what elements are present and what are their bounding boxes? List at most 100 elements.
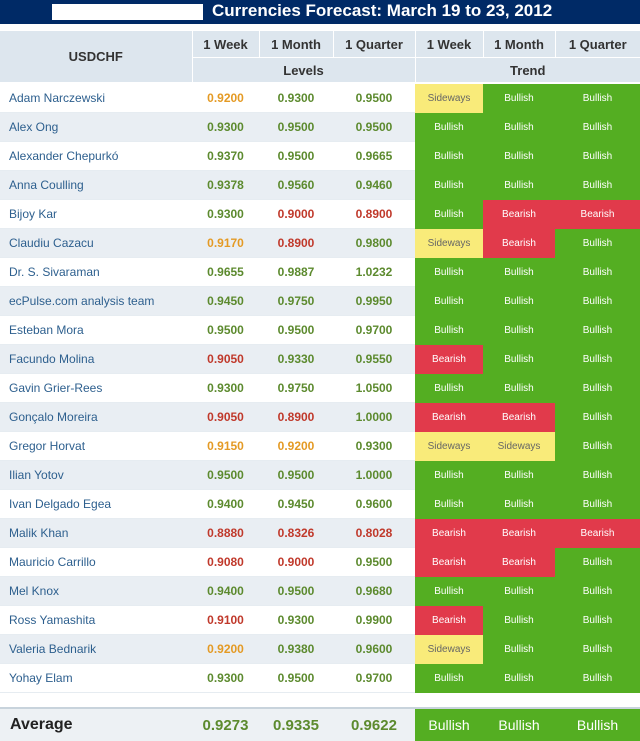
- level-1-quarter: 0.9460: [333, 171, 415, 200]
- trend-1-quarter: Bullish: [555, 229, 640, 258]
- level-1-quarter: 1.0000: [333, 461, 415, 490]
- trend-1-quarter: Bullish: [555, 171, 640, 200]
- analyst-name: Bijoy Kar: [0, 200, 192, 229]
- table-row: Ivan Delgado Egea0.94000.94500.9600Bulli…: [0, 490, 640, 519]
- analyst-name: ecPulse.com analysis team: [0, 287, 192, 316]
- trend-1-week: Bullish: [415, 316, 483, 345]
- header-levels-1-month: 1 Month: [259, 31, 333, 58]
- trend-1-week: Bullish: [415, 374, 483, 403]
- analyst-name: Dr. S. Sivaraman: [0, 258, 192, 287]
- level-1-week: 0.9655: [192, 258, 259, 287]
- forecast-table: USDCHF 1 Week 1 Month 1 Quarter 1 Week 1…: [0, 31, 640, 741]
- level-1-month: 0.8900: [259, 229, 333, 258]
- trend-1-quarter: Bullish: [555, 548, 640, 577]
- table-row: Gavin Grier-Rees0.93000.97501.0500Bullis…: [0, 374, 640, 403]
- table-row: Claudiu Cazacu0.91700.89000.9800Sideways…: [0, 229, 640, 258]
- table-row: Esteban Mora0.95000.95000.9700BullishBul…: [0, 316, 640, 345]
- level-1-week: 0.9100: [192, 606, 259, 635]
- level-1-week: 0.9300: [192, 113, 259, 142]
- level-1-week: 0.9150: [192, 432, 259, 461]
- trend-1-week: Bearish: [415, 548, 483, 577]
- trend-1-week: Bullish: [415, 287, 483, 316]
- level-1-quarter: 1.0500: [333, 374, 415, 403]
- currency-pair-label: USDCHF: [0, 31, 192, 82]
- trend-1-quarter: Bullish: [555, 258, 640, 287]
- table-row: Valeria Bednarik0.92000.93800.9600Sidewa…: [0, 635, 640, 664]
- trend-1-month: Bearish: [483, 403, 555, 432]
- trend-1-quarter: Bullish: [555, 606, 640, 635]
- level-1-month: 0.9330: [259, 345, 333, 374]
- trend-1-quarter: Bullish: [555, 113, 640, 142]
- trend-1-month: Bullish: [483, 490, 555, 519]
- trend-1-month: Bearish: [483, 548, 555, 577]
- analyst-name: Valeria Bednarik: [0, 635, 192, 664]
- analyst-name: Ivan Delgado Egea: [0, 490, 192, 519]
- average-label: Average: [0, 708, 192, 741]
- level-1-quarter: 0.9665: [333, 142, 415, 171]
- trend-1-week: Bearish: [415, 606, 483, 635]
- table-header: USDCHF 1 Week 1 Month 1 Quarter 1 Week 1…: [0, 31, 640, 84]
- header-trend-1-week: 1 Week: [415, 31, 483, 58]
- level-1-month: 0.9500: [259, 113, 333, 142]
- analyst-name: Yohay Elam: [0, 664, 192, 693]
- level-1-week: 0.9450: [192, 287, 259, 316]
- trend-1-week: Bullish: [415, 171, 483, 200]
- analyst-name: Ilian Yotov: [0, 461, 192, 490]
- average-trend-1-quarter: Bullish: [555, 708, 640, 741]
- trend-1-quarter: Bullish: [555, 403, 640, 432]
- level-1-week: 0.9300: [192, 374, 259, 403]
- table-row: Alex Ong0.93000.95000.9500BullishBullish…: [0, 113, 640, 142]
- table-body: Adam Narczewski0.92000.93000.9500Sideway…: [0, 84, 640, 693]
- header-trend-group: Trend: [415, 58, 640, 83]
- trend-1-quarter: Bullish: [555, 316, 640, 345]
- level-1-month: 0.9750: [259, 287, 333, 316]
- trend-1-month: Bearish: [483, 519, 555, 548]
- level-1-month: 0.9560: [259, 171, 333, 200]
- level-1-quarter: 0.9900: [333, 606, 415, 635]
- level-1-quarter: 0.9500: [333, 84, 415, 113]
- analyst-name: Mel Knox: [0, 577, 192, 606]
- trend-1-month: Bullish: [483, 345, 555, 374]
- trend-1-quarter: Bullish: [555, 374, 640, 403]
- trend-1-month: Bullish: [483, 461, 555, 490]
- average-level-1-quarter: 0.9622: [333, 708, 415, 741]
- level-1-quarter: 0.9600: [333, 490, 415, 519]
- trend-1-week: Bearish: [415, 519, 483, 548]
- analyst-name: Gregor Horvat: [0, 432, 192, 461]
- level-1-month: 0.9500: [259, 461, 333, 490]
- trend-1-month: Bullish: [483, 316, 555, 345]
- table-row: Dr. S. Sivaraman0.96550.98871.0232Bullis…: [0, 258, 640, 287]
- table-row: Yohay Elam0.93000.95000.9700BullishBulli…: [0, 664, 640, 693]
- trend-1-week: Bullish: [415, 490, 483, 519]
- level-1-quarter: 0.9700: [333, 316, 415, 345]
- table-row: Anna Coulling0.93780.95600.9460BullishBu…: [0, 171, 640, 200]
- level-1-quarter: 0.9700: [333, 664, 415, 693]
- level-1-week: 0.9080: [192, 548, 259, 577]
- analyst-name: Claudiu Cazacu: [0, 229, 192, 258]
- analyst-name: Facundo Molina: [0, 345, 192, 374]
- level-1-quarter: 1.0000: [333, 403, 415, 432]
- level-1-month: 0.9000: [259, 200, 333, 229]
- trend-1-quarter: Bullish: [555, 84, 640, 113]
- level-1-month: 0.9887: [259, 258, 333, 287]
- table-row: Alexander Chepurkó0.93700.95000.9665Bull…: [0, 142, 640, 171]
- level-1-week: 0.9300: [192, 664, 259, 693]
- table-row: Malik Khan0.88800.83260.8028BearishBeari…: [0, 519, 640, 548]
- average-trend-1-month: Bullish: [483, 708, 555, 741]
- level-1-month: 0.8900: [259, 403, 333, 432]
- trend-1-week: Sideways: [415, 635, 483, 664]
- table-row: ecPulse.com analysis team0.94500.97500.9…: [0, 287, 640, 316]
- trend-1-quarter: Bullish: [555, 461, 640, 490]
- trend-1-month: Bullish: [483, 84, 555, 113]
- trend-1-quarter: Bullish: [555, 490, 640, 519]
- analyst-name: Ross Yamashita: [0, 606, 192, 635]
- trend-1-month: Bullish: [483, 287, 555, 316]
- level-1-week: 0.9500: [192, 316, 259, 345]
- level-1-week: 0.9500: [192, 461, 259, 490]
- trend-1-month: Bullish: [483, 258, 555, 287]
- header-levels-1-quarter: 1 Quarter: [333, 31, 415, 58]
- level-1-week: 0.9200: [192, 635, 259, 664]
- level-1-week: 0.9300: [192, 200, 259, 229]
- table-row: Mel Knox0.94000.95000.9680BullishBullish…: [0, 577, 640, 606]
- level-1-quarter: 0.9550: [333, 345, 415, 374]
